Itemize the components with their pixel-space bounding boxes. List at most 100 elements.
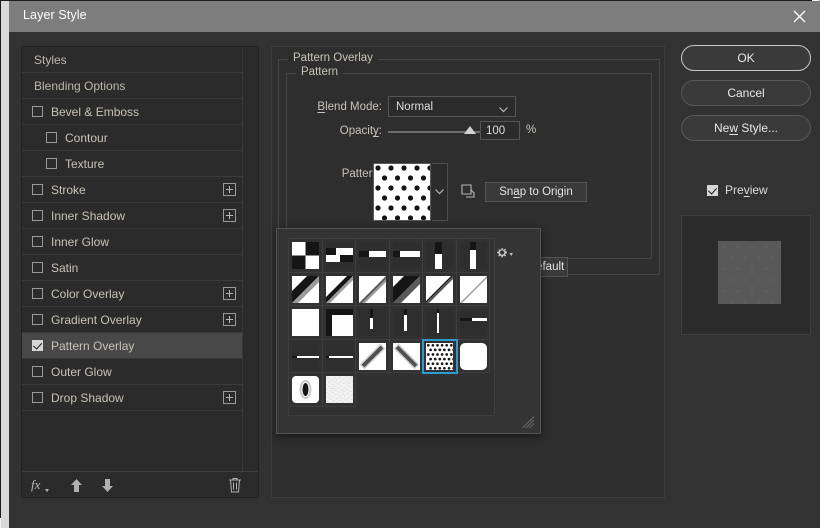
pattern-swatch-checkerboard-2x2[interactable] bbox=[289, 239, 323, 273]
styles-list-item-inner-glow[interactable]: Inner Glow bbox=[22, 229, 244, 255]
styles-list-item-gradient-overlay[interactable]: Gradient Overlay bbox=[22, 307, 244, 333]
pattern-picker-grid[interactable] bbox=[288, 238, 495, 416]
styles-list-item-bevel-emboss[interactable]: Bevel & Emboss bbox=[22, 99, 244, 125]
pattern-overlay-group-title: Pattern Overlay bbox=[288, 52, 378, 64]
styles-list-item-texture[interactable]: Texture bbox=[22, 151, 244, 177]
styles-list[interactable]: Styles Blending Options Bevel & Emboss Cont… bbox=[22, 47, 244, 472]
styles-list-item-styles[interactable]: Styles bbox=[22, 47, 244, 73]
styles-list-item-drop-shadow[interactable]: Drop Shadow bbox=[22, 385, 244, 411]
pattern-swatch-checkerboard-offset[interactable] bbox=[322, 239, 356, 273]
styles-list-item-stroke[interactable]: Stroke bbox=[22, 177, 244, 203]
opacity-input[interactable]: 100 bbox=[480, 121, 520, 140]
pattern-swatch-diagonal-medium[interactable] bbox=[322, 272, 356, 306]
pattern-swatch-line-horizontal-low[interactable] bbox=[289, 339, 323, 373]
pattern-swatch-diagonal-double-dark[interactable] bbox=[389, 272, 423, 306]
pattern-thumbnail bbox=[359, 309, 386, 336]
styles-list-checkbox[interactable] bbox=[46, 158, 57, 169]
styles-list-item-pattern-overlay[interactable]: Pattern Overlay bbox=[22, 333, 244, 359]
styles-toolbar: fx bbox=[22, 471, 258, 497]
pattern-swatch-bar-vertical-offset[interactable] bbox=[423, 239, 457, 273]
gear-icon[interactable] bbox=[493, 245, 515, 261]
pattern-swatch-line-horizontal-split[interactable] bbox=[456, 306, 490, 340]
preview-toggle[interactable]: Preview bbox=[707, 183, 768, 197]
pattern-thumbnail bbox=[459, 342, 487, 370]
styles-list-item-contour[interactable]: Contour bbox=[22, 125, 244, 151]
pattern-swatch-ellipse-dark[interactable] bbox=[289, 373, 323, 407]
pattern-swatch-line-horizontal-low-2[interactable] bbox=[322, 339, 356, 373]
close-icon[interactable] bbox=[777, 1, 820, 32]
pattern-swatch-polka-dots[interactable] bbox=[373, 163, 433, 221]
add-effect-icon[interactable] bbox=[223, 183, 236, 196]
opacity-slider-thumb[interactable] bbox=[464, 126, 476, 134]
styles-list-item-label: Bevel & Emboss bbox=[51, 104, 140, 119]
trash-icon[interactable] bbox=[225, 475, 245, 495]
pattern-swatch-line-vertical-short[interactable] bbox=[356, 306, 390, 340]
fx-menu-icon[interactable]: fx bbox=[30, 475, 50, 495]
new-preset-icon[interactable] bbox=[459, 182, 477, 200]
styles-list-item-satin[interactable]: Satin bbox=[22, 255, 244, 281]
resize-grip-icon[interactable] bbox=[521, 415, 535, 429]
add-effect-icon[interactable] bbox=[223, 209, 236, 222]
styles-list-checkbox[interactable] bbox=[46, 132, 57, 143]
add-effect-icon[interactable] bbox=[223, 313, 236, 326]
add-effect-icon[interactable] bbox=[223, 287, 236, 300]
pattern-swatch-line-vertical-mid[interactable] bbox=[389, 306, 423, 340]
styles-list-item-blending-options[interactable]: Blending Options bbox=[22, 73, 244, 99]
dialog-titlebar[interactable]: Layer Style bbox=[9, 1, 820, 32]
pattern-picker-toggle[interactable] bbox=[432, 163, 448, 221]
pattern-swatch-diagonal-faint[interactable] bbox=[456, 272, 490, 306]
pattern-swatch-line-vertical-long[interactable] bbox=[423, 306, 457, 340]
new-style-button[interactable]: New Style... bbox=[681, 115, 811, 141]
pattern-swatch-noise-grain[interactable] bbox=[322, 373, 356, 407]
pattern-thumbnail bbox=[392, 275, 420, 303]
styles-list-item-label: Blending Options bbox=[34, 78, 126, 93]
styles-list-item-color-overlay[interactable]: Color Overlay bbox=[22, 281, 244, 307]
styles-list-item-label: Outer Glow bbox=[51, 364, 112, 379]
pattern-swatch-corner-frame-dark[interactable] bbox=[322, 306, 356, 340]
pattern-thumbnail bbox=[292, 342, 319, 370]
arrow-down-icon[interactable] bbox=[97, 475, 117, 495]
pattern-thumbnail bbox=[459, 242, 487, 269]
pattern-thumbnail bbox=[292, 309, 319, 336]
pattern-thumbnail bbox=[459, 275, 487, 303]
snap-to-origin-button[interactable]: Snap to Origin bbox=[485, 182, 587, 202]
dialog-left-strip bbox=[1, 1, 9, 528]
layer-style-dialog: Layer Style Styles Blending Options Bevel … bbox=[0, 0, 820, 528]
styles-list-item-outer-glow[interactable]: Outer Glow bbox=[22, 359, 244, 385]
styles-list-checkbox[interactable] bbox=[32, 340, 43, 351]
pattern-swatch-diagonal-light[interactable] bbox=[356, 272, 390, 306]
styles-list-checkbox[interactable] bbox=[32, 184, 43, 195]
pattern-swatch-dashes-horizontal[interactable] bbox=[356, 239, 390, 273]
preview-label: Preview bbox=[725, 183, 768, 197]
styles-list-checkbox[interactable] bbox=[32, 314, 43, 325]
pattern-swatch-diagonal-thin-dark[interactable] bbox=[423, 272, 457, 306]
pattern-swatch-polka-dots[interactable] bbox=[422, 338, 458, 374]
pattern-swatch-plain-white[interactable] bbox=[289, 306, 323, 340]
dialog-title: Layer Style bbox=[23, 8, 87, 22]
opacity-value: 100 bbox=[486, 124, 506, 137]
blend-mode-value: Normal bbox=[396, 100, 434, 113]
pattern-swatch-diagonal-stroke-down[interactable] bbox=[389, 339, 423, 373]
cancel-button[interactable]: Cancel bbox=[681, 80, 811, 106]
styles-list-checkbox[interactable] bbox=[32, 262, 43, 273]
styles-list-item-inner-shadow[interactable]: Inner Shadow bbox=[22, 203, 244, 229]
styles-list-checkbox[interactable] bbox=[32, 288, 43, 299]
styles-list-scrollbar[interactable] bbox=[242, 48, 257, 471]
ok-button[interactable]: OK bbox=[681, 45, 811, 71]
pattern-thumbnail bbox=[292, 376, 319, 403]
arrow-up-icon[interactable] bbox=[66, 475, 86, 495]
pattern-swatch-diagonal-stroke-up[interactable] bbox=[356, 339, 390, 373]
preview-checkbox[interactable] bbox=[707, 184, 718, 196]
styles-list-checkbox[interactable] bbox=[32, 210, 43, 221]
styles-list-checkbox[interactable] bbox=[32, 392, 43, 403]
pattern-swatch-bar-vertical-center[interactable] bbox=[456, 239, 490, 273]
pattern-swatch-rounded-blank[interactable] bbox=[456, 339, 490, 373]
styles-list-checkbox[interactable] bbox=[32, 106, 43, 117]
pattern-picker-popup[interactable] bbox=[276, 228, 541, 434]
pattern-swatch-dashes-horizontal-2[interactable] bbox=[389, 239, 423, 273]
styles-list-checkbox[interactable] bbox=[32, 236, 43, 247]
styles-list-checkbox[interactable] bbox=[32, 366, 43, 377]
add-effect-icon[interactable] bbox=[223, 391, 236, 404]
pattern-swatch-diagonal-thick-dark[interactable] bbox=[289, 272, 323, 306]
blend-mode-select[interactable]: Normal bbox=[388, 96, 516, 117]
